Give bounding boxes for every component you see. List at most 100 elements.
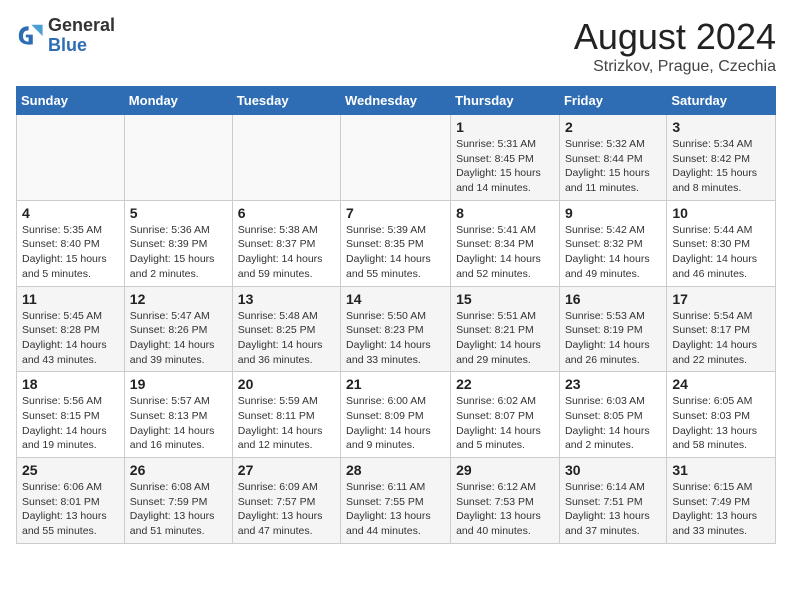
day-number: 24: [672, 376, 770, 392]
day-info: Sunrise: 5:47 AMSunset: 8:26 PMDaylight:…: [130, 309, 227, 368]
day-number: 30: [565, 462, 661, 478]
day-number: 21: [346, 376, 445, 392]
day-cell: 15Sunrise: 5:51 AMSunset: 8:21 PMDayligh…: [451, 286, 560, 372]
day-cell: 13 Sunrise: 5:48 AMSunset: 8:25 PMDayligh…: [232, 286, 340, 372]
day-cell: 18Sunrise: 5:56 AMSunset: 8:15 PMDayligh…: [17, 372, 125, 458]
day-number: 16: [565, 291, 661, 307]
day-number: 13: [238, 291, 335, 307]
day-info: Sunrise: 5:34 AMSunset: 8:42 PMDaylight:…: [672, 137, 770, 196]
day-cell: 30Sunrise: 6:14 AMSunset: 7:51 PMDayligh…: [559, 458, 666, 544]
day-cell: 5Sunrise: 5:36 AMSunset: 8:39 PMDaylight…: [124, 200, 232, 286]
day-number: 10: [672, 205, 770, 221]
day-cell: 21Sunrise: 6:00 AMSunset: 8:09 PMDayligh…: [341, 372, 451, 458]
header-cell-saturday: Saturday: [667, 87, 776, 115]
day-cell: 16Sunrise: 5:53 AMSunset: 8:19 PMDayligh…: [559, 286, 666, 372]
week-row-4: 18Sunrise: 5:56 AMSunset: 8:15 PMDayligh…: [17, 372, 776, 458]
day-cell: 8 Sunrise: 5:41 AMSunset: 8:34 PMDaylight…: [451, 200, 560, 286]
day-cell: 26 Sunrise: 6:08 AMSunset: 7:59 PMDayligh…: [124, 458, 232, 544]
day-number: 1: [456, 119, 554, 135]
day-info: Sunrise: 5:38 AMSunset: 8:37 PMDaylight:…: [238, 223, 335, 282]
day-info: Sunrise: 5:59 AMSunset: 8:11 PMDaylight:…: [238, 394, 335, 453]
day-cell: [17, 115, 125, 201]
day-number: 14: [346, 291, 445, 307]
day-number: 22: [456, 376, 554, 392]
day-cell: 3 Sunrise: 5:34 AMSunset: 8:42 PMDaylight…: [667, 115, 776, 201]
day-number: 3: [672, 119, 770, 135]
day-info: Sunrise: 5:42 AMSunset: 8:32 PMDaylight:…: [565, 223, 661, 282]
day-info: Sunrise: 6:03 AMSunset: 8:05 PMDaylight:…: [565, 394, 661, 453]
day-info: Sunrise: 5:32 AMSunset: 8:44 PMDaylight:…: [565, 137, 661, 196]
day-number: 17: [672, 291, 770, 307]
calendar-header: SundayMondayTuesdayWednesdayThursdayFrid…: [17, 87, 776, 115]
day-number: 25: [22, 462, 119, 478]
day-number: 6: [238, 205, 335, 221]
day-info: Sunrise: 5:36 AMSunset: 8:39 PMDaylight:…: [130, 223, 227, 282]
page-header: General Blue August 2024 Strizkov, Pragu…: [16, 16, 776, 76]
logo-general-text: General: [48, 16, 115, 36]
day-number: 28: [346, 462, 445, 478]
day-number: 15: [456, 291, 554, 307]
day-info: Sunrise: 5:31 AMSunset: 8:45 PMDaylight:…: [456, 137, 554, 196]
day-number: 9: [565, 205, 661, 221]
day-number: 7: [346, 205, 445, 221]
header-cell-tuesday: Tuesday: [232, 87, 340, 115]
day-info: Sunrise: 5:44 AMSunset: 8:30 PMDaylight:…: [672, 223, 770, 282]
header-cell-sunday: Sunday: [17, 87, 125, 115]
day-cell: 31Sunrise: 6:15 AMSunset: 7:49 PMDayligh…: [667, 458, 776, 544]
day-info: Sunrise: 5:57 AMSunset: 8:13 PMDaylight:…: [130, 394, 227, 453]
day-info: Sunrise: 5:50 AMSunset: 8:23 PMDaylight:…: [346, 309, 445, 368]
week-row-1: 1 Sunrise: 5:31 AMSunset: 8:45 PMDaylight…: [17, 115, 776, 201]
week-row-3: 11 Sunrise: 5:45 AMSunset: 8:28 PMDayligh…: [17, 286, 776, 372]
day-number: 4: [22, 205, 119, 221]
day-cell: 28 Sunrise: 6:11 AMSunset: 7:55 PMDayligh…: [341, 458, 451, 544]
day-cell: [124, 115, 232, 201]
day-number: 27: [238, 462, 335, 478]
day-cell: 24 Sunrise: 6:05 AMSunset: 8:03 PMDayligh…: [667, 372, 776, 458]
day-cell: 20Sunrise: 5:59 AMSunset: 8:11 PMDayligh…: [232, 372, 340, 458]
day-info: Sunrise: 6:09 AMSunset: 7:57 PMDaylight:…: [238, 480, 335, 539]
day-cell: 22 Sunrise: 6:02 AMSunset: 8:07 PMDayligh…: [451, 372, 560, 458]
day-number: 2: [565, 119, 661, 135]
logo-icon: [16, 22, 44, 50]
day-number: 26: [130, 462, 227, 478]
day-cell: 9 Sunrise: 5:42 AMSunset: 8:32 PMDaylight…: [559, 200, 666, 286]
day-info: Sunrise: 5:39 AMSunset: 8:35 PMDaylight:…: [346, 223, 445, 282]
day-cell: [341, 115, 451, 201]
title-area: August 2024 Strizkov, Prague, Czechia: [574, 16, 776, 76]
logo-text: General Blue: [48, 16, 115, 56]
day-info: Sunrise: 5:48 AMSunset: 8:25 PMDaylight:…: [238, 309, 335, 368]
header-cell-friday: Friday: [559, 87, 666, 115]
day-cell: 23 Sunrise: 6:03 AMSunset: 8:05 PMDayligh…: [559, 372, 666, 458]
day-info: Sunrise: 6:15 AMSunset: 7:49 PMDaylight:…: [672, 480, 770, 539]
calendar-body: 1 Sunrise: 5:31 AMSunset: 8:45 PMDaylight…: [17, 115, 776, 544]
day-number: 23: [565, 376, 661, 392]
header-cell-wednesday: Wednesday: [341, 87, 451, 115]
day-number: 29: [456, 462, 554, 478]
day-info: Sunrise: 6:11 AMSunset: 7:55 PMDaylight:…: [346, 480, 445, 539]
day-cell: 17Sunrise: 5:54 AMSunset: 8:17 PMDayligh…: [667, 286, 776, 372]
day-number: 8: [456, 205, 554, 221]
day-number: 12: [130, 291, 227, 307]
day-cell: 1 Sunrise: 5:31 AMSunset: 8:45 PMDaylight…: [451, 115, 560, 201]
day-cell: 19 Sunrise: 5:57 AMSunset: 8:13 PMDayligh…: [124, 372, 232, 458]
day-info: Sunrise: 6:05 AMSunset: 8:03 PMDaylight:…: [672, 394, 770, 453]
day-cell: [232, 115, 340, 201]
day-cell: 10 Sunrise: 5:44 AMSunset: 8:30 PMDayligh…: [667, 200, 776, 286]
day-info: Sunrise: 5:45 AMSunset: 8:28 PMDaylight:…: [22, 309, 119, 368]
week-row-5: 25 Sunrise: 6:06 AMSunset: 8:01 PMDayligh…: [17, 458, 776, 544]
day-cell: 2 Sunrise: 5:32 AMSunset: 8:44 PMDaylight…: [559, 115, 666, 201]
header-cell-monday: Monday: [124, 87, 232, 115]
day-cell: 29Sunrise: 6:12 AMSunset: 7:53 PMDayligh…: [451, 458, 560, 544]
day-cell: 27 Sunrise: 6:09 AMSunset: 7:57 PMDayligh…: [232, 458, 340, 544]
location: Strizkov, Prague, Czechia: [574, 58, 776, 76]
day-cell: 12 Sunrise: 5:47 AMSunset: 8:26 PMDayligh…: [124, 286, 232, 372]
day-number: 19: [130, 376, 227, 392]
day-info: Sunrise: 6:02 AMSunset: 8:07 PMDaylight:…: [456, 394, 554, 453]
day-number: 18: [22, 376, 119, 392]
day-info: Sunrise: 5:41 AMSunset: 8:34 PMDaylight:…: [456, 223, 554, 282]
day-info: Sunrise: 6:08 AMSunset: 7:59 PMDaylight:…: [130, 480, 227, 539]
week-row-2: 4Sunrise: 5:35 AMSunset: 8:40 PMDaylight…: [17, 200, 776, 286]
day-cell: 7 Sunrise: 5:39 AMSunset: 8:35 PMDaylight…: [341, 200, 451, 286]
day-number: 11: [22, 291, 119, 307]
day-info: Sunrise: 6:06 AMSunset: 8:01 PMDaylight:…: [22, 480, 119, 539]
